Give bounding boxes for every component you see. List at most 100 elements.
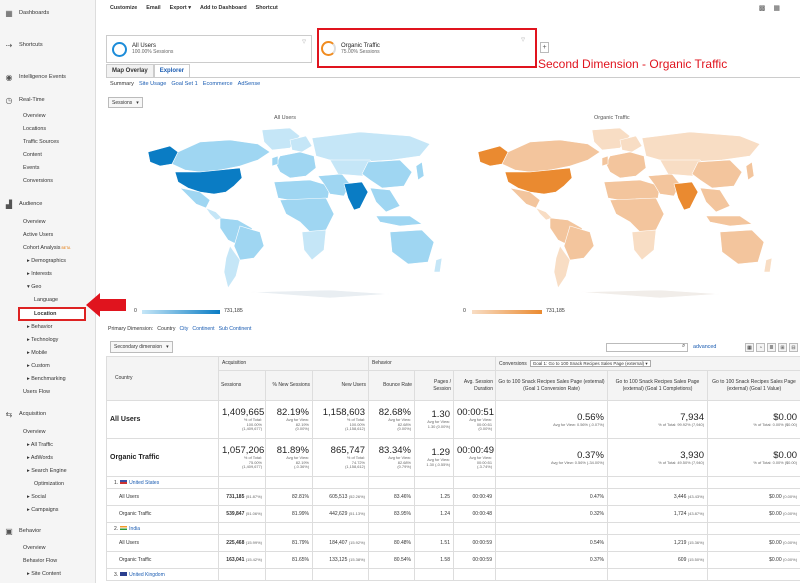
sidebar-item-locations[interactable]: Locations [0, 123, 95, 136]
world-map-all-users[interactable] [130, 122, 450, 302]
sidebar-item-overview[interactable]: Overview [0, 110, 95, 123]
sidebar-section-realtime[interactable]: ◷ Real-Time [0, 90, 95, 110]
sidebar-item-events[interactable]: Events [0, 162, 95, 175]
dim-continent[interactable]: Continent [192, 326, 214, 332]
map-region-canada[interactable] [501, 139, 601, 173]
toolbar-item-1[interactable]: Email [146, 5, 160, 11]
map-region-central-america[interactable] [205, 207, 223, 221]
column-header-5[interactable]: Avg. Session Duration [453, 370, 496, 401]
column-header-3[interactable]: Bounce Rate [368, 370, 415, 401]
chevron-down-icon[interactable]: ▽ [302, 39, 306, 45]
country-row[interactable]: 3. United Kingdom [106, 568, 800, 581]
sidebar-item-location[interactable]: Location [18, 307, 86, 321]
map-region-india[interactable] [673, 181, 699, 211]
country-row[interactable]: 2. India [106, 522, 800, 535]
sidebar-item-traffic-sources[interactable]: Traffic Sources [0, 136, 95, 149]
sidebar-item-users-flow[interactable]: Users Flow [0, 386, 95, 399]
map-region-india[interactable] [343, 181, 369, 211]
metric-dropdown[interactable]: Sessions ▾ [108, 97, 143, 108]
sidebar-section-audience[interactable]: ▟ Audience [0, 192, 95, 216]
country-row[interactable]: 1. United States [106, 476, 800, 489]
map-region-japan[interactable] [745, 161, 755, 181]
map-region-indonesia[interactable] [375, 215, 423, 227]
map-region-canada[interactable] [171, 139, 271, 173]
sidebar-section-intelligence[interactable]: ◉ Intelligence Events [0, 64, 95, 90]
dim-country[interactable]: Country [157, 326, 175, 332]
country-link[interactable]: United Kingdom [129, 572, 165, 578]
sidebar-item-language[interactable]: Language [0, 294, 95, 307]
map-region-brazil[interactable] [233, 225, 265, 261]
map-region-europe[interactable] [605, 151, 647, 179]
sidebar-item-behavior[interactable]: ▸ Behavior [0, 321, 95, 334]
map-region-new-zealand[interactable] [433, 257, 443, 273]
map-region-central-africa[interactable] [279, 197, 335, 235]
sidebar-item-social[interactable]: ▸ Social [0, 491, 95, 504]
sidebar-item-overview[interactable]: Overview [0, 542, 95, 555]
map-region-uk[interactable] [601, 155, 609, 167]
map-region-china[interactable] [691, 159, 743, 189]
country-cell[interactable]: 3. United Kingdom [106, 568, 219, 581]
map-region-central-america[interactable] [535, 207, 553, 221]
map-region-australia[interactable] [389, 229, 435, 265]
sidebar-item-demographics[interactable]: ▸ Demographics [0, 255, 95, 268]
map-region-china[interactable] [361, 159, 413, 189]
toolbar-item-3[interactable]: Add to Dashboard [200, 5, 247, 11]
secondary-dimension-dropdown[interactable]: Secondary dimension ▾ [110, 341, 173, 353]
country-cell[interactable]: 1. United States [106, 476, 219, 489]
column-header-1[interactable]: % New Sessions [265, 370, 313, 401]
map-region-russia[interactable] [311, 131, 431, 163]
toolbar-item-0[interactable]: Customize [110, 5, 137, 11]
toolbar-item-4[interactable]: Shortcut [256, 5, 278, 11]
sidebar-item-overview[interactable]: Overview [0, 216, 95, 229]
country-header[interactable]: Country [106, 356, 219, 401]
sidebar-item-all-traffic[interactable]: ▸ All Traffic [0, 439, 95, 452]
column-header-0[interactable]: Sessions [218, 370, 266, 401]
sidebar-item-custom[interactable]: ▸ Custom [0, 360, 95, 373]
sidebar-section-dashboards[interactable]: ▦ Dashboards [0, 0, 95, 26]
country-cell[interactable]: 2. India [106, 522, 219, 535]
percent-view-icon[interactable]: ◔ [756, 343, 765, 352]
map-region-southern-africa[interactable] [631, 229, 657, 261]
map-region-australia[interactable] [719, 229, 765, 265]
settings-icon[interactable]: ▦ [773, 4, 780, 12]
country-link[interactable]: United States [129, 480, 159, 486]
toolbar-item-2[interactable]: Export ▾ [170, 5, 191, 11]
sidebar-item-behavior-flow[interactable]: Behavior Flow [0, 555, 95, 568]
map-region-new-zealand[interactable] [763, 257, 773, 273]
map-region-europe[interactable] [275, 151, 317, 179]
sidebar-item-conversions[interactable]: Conversions [0, 175, 95, 188]
map-region-antarctica-hint[interactable] [579, 289, 721, 299]
list-view-icon[interactable]: ≣ [767, 343, 776, 352]
map-region-antarctica-hint[interactable] [249, 289, 391, 299]
sidebar-item-search-engine[interactable]: ▸ Search Engine [0, 465, 95, 478]
sidebar-item-interests[interactable]: ▸ Interests [0, 268, 95, 281]
sidebar-item-mobile[interactable]: ▸ Mobile [0, 347, 95, 360]
dim-city[interactable]: City [179, 326, 188, 332]
sidebar-section-acquisition[interactable]: ⇆ Acquisition [0, 402, 95, 426]
sidebar-item-geo[interactable]: ▾ Geo [0, 281, 95, 294]
advanced-link[interactable]: advanced [693, 344, 716, 350]
sidebar-item-cohort-analysis[interactable]: Cohort AnalysisBETA [0, 242, 95, 255]
column-header-2[interactable]: New Users [312, 370, 369, 401]
sidebar-item-adwords[interactable]: ▸ AdWords [0, 452, 95, 465]
column-header-6[interactable]: Go to 100 Snack Recipes Sales Page (exte… [495, 370, 608, 401]
subtab-site-usage[interactable]: Site Usage [139, 81, 166, 87]
search-icon[interactable]: ⌕ [682, 343, 685, 350]
sidebar-item-technology[interactable]: ▸ Technology [0, 334, 95, 347]
country-link[interactable]: India [129, 526, 140, 532]
world-map-organic[interactable] [460, 122, 780, 302]
map-region-brazil[interactable] [563, 225, 595, 261]
column-header-4[interactable]: Pages / Session [414, 370, 454, 401]
sidebar-item-campaigns[interactable]: ▸ Campaigns [0, 504, 95, 517]
column-header-8[interactable]: Go to 100 Snack Recipes Sales Page (exte… [706, 370, 800, 401]
sidebar-item-content[interactable]: Content [0, 149, 95, 162]
qr-icon[interactable]: ▩ [759, 4, 766, 12]
compare-view-icon[interactable]: ⊞ [778, 343, 787, 352]
map-region-southeast-asia[interactable] [699, 187, 731, 213]
dim-sub-continent[interactable]: Sub Continent [219, 326, 252, 332]
sidebar-item-benchmarking[interactable]: ▸ Benchmarking [0, 373, 95, 386]
map-region-russia[interactable] [641, 131, 761, 163]
add-segment-button[interactable]: + [540, 42, 549, 53]
subtab-ecommerce[interactable]: Ecommerce [203, 81, 233, 87]
grid-view-icon[interactable]: ▦ [745, 343, 754, 352]
